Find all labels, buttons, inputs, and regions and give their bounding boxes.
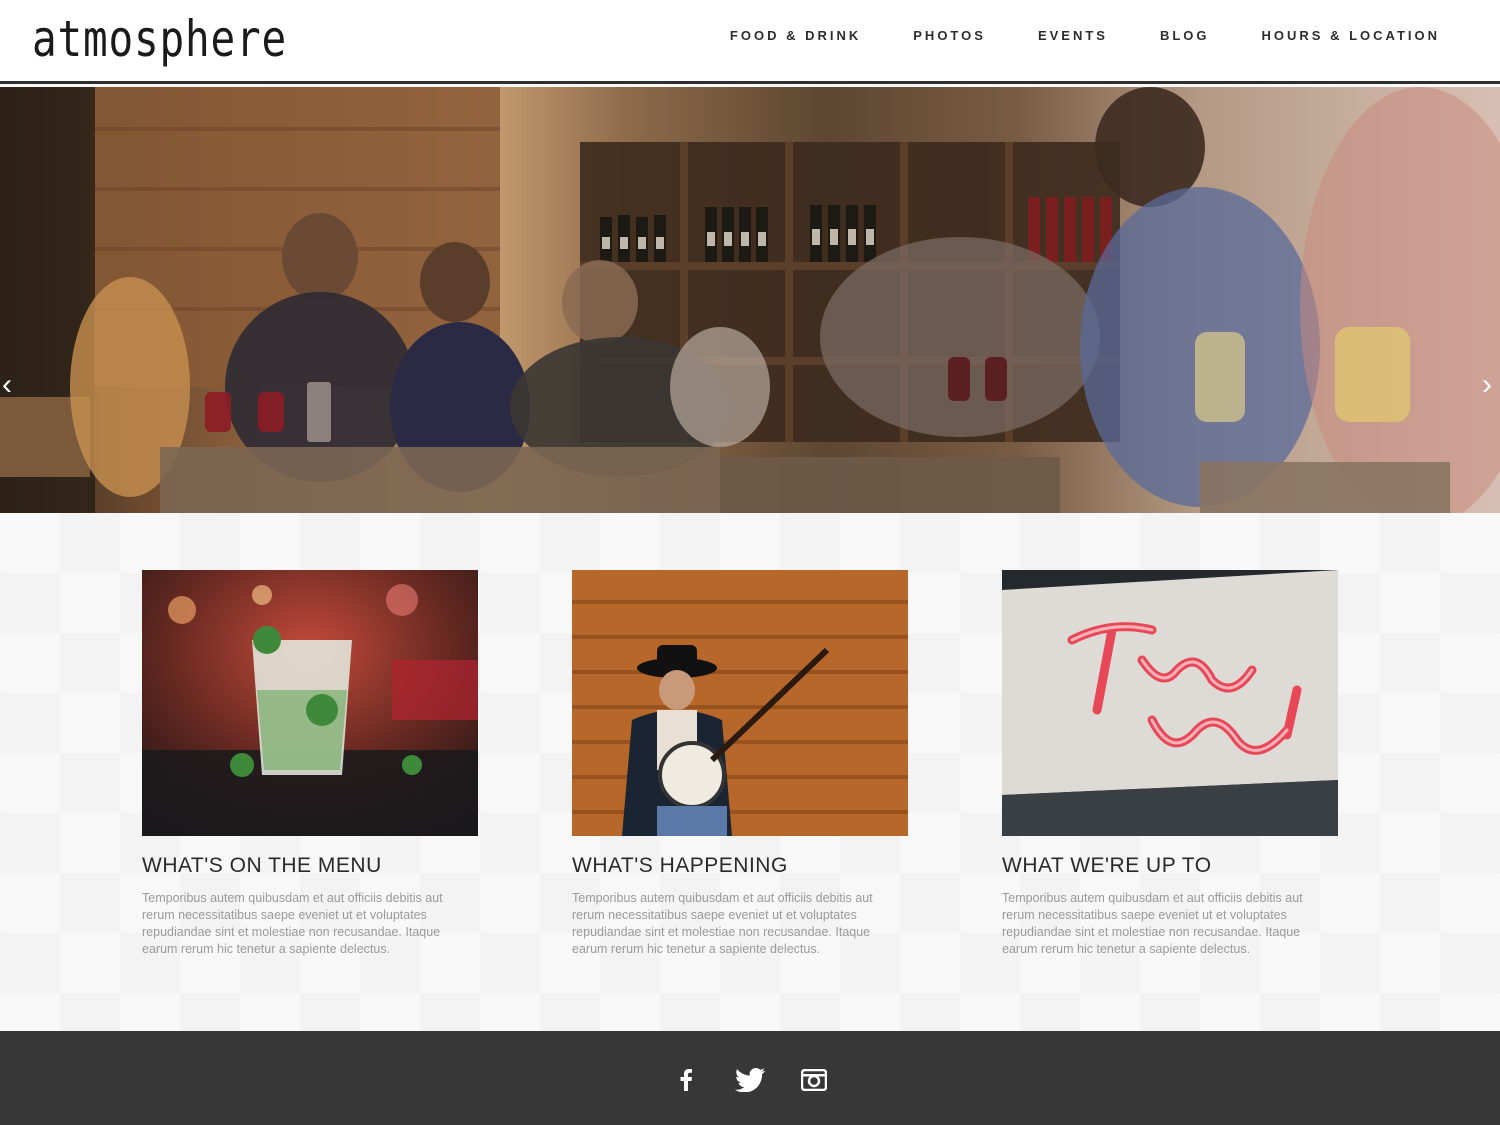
- neon-sign-image: [1002, 570, 1338, 836]
- nav-food-drink[interactable]: FOOD & DRINK: [730, 28, 861, 43]
- nav-blog[interactable]: BLOG: [1160, 28, 1210, 43]
- feature-card-happening: WHAT'S HAPPENING Temporibus autem quibus…: [572, 570, 908, 958]
- site-header: atmosphere FOOD & DRINK PHOTOS EVENTS BL…: [0, 0, 1500, 84]
- nav-events[interactable]: EVENTS: [1038, 28, 1108, 43]
- card-title[interactable]: WHAT'S HAPPENING: [572, 854, 908, 878]
- feature-card-up-to: WHAT WE'RE UP TO Temporibus autem quibus…: [1002, 570, 1338, 958]
- site-footer: [0, 1031, 1500, 1125]
- card-title[interactable]: WHAT'S ON THE MENU: [142, 854, 478, 878]
- chevron-left-icon[interactable]: ‹: [2, 370, 12, 400]
- instagram-icon[interactable]: [799, 1067, 829, 1093]
- twitter-icon[interactable]: [735, 1067, 765, 1093]
- nav-hours-location[interactable]: HOURS & LOCATION: [1262, 28, 1440, 43]
- social-links: [0, 1067, 1500, 1093]
- card-text: Temporibus autem quibusdam et aut offici…: [572, 891, 873, 956]
- hero-slider: ‹ ›: [0, 87, 1500, 513]
- happening-photo[interactable]: [572, 570, 908, 836]
- menu-photo[interactable]: [142, 570, 478, 836]
- card-title[interactable]: WHAT WE'RE UP TO: [1002, 854, 1338, 878]
- facebook-icon[interactable]: [671, 1067, 701, 1093]
- banjo-player-image: [572, 570, 908, 836]
- card-text: Temporibus autem quibusdam et aut offici…: [1002, 891, 1303, 956]
- site-logo[interactable]: atmosphere: [32, 10, 287, 68]
- mojito-image: [142, 570, 478, 836]
- feature-section: WHAT'S ON THE MENU Temporibus autem quib…: [0, 513, 1500, 1031]
- card-text: Temporibus autem quibusdam et aut offici…: [142, 891, 443, 956]
- up-to-photo[interactable]: [1002, 570, 1338, 836]
- hero-image: [0, 87, 1500, 513]
- chevron-right-icon[interactable]: ›: [1482, 370, 1492, 400]
- main-nav: FOOD & DRINK PHOTOS EVENTS BLOG HOURS & …: [678, 28, 1440, 43]
- feature-card-menu: WHAT'S ON THE MENU Temporibus autem quib…: [142, 570, 478, 958]
- nav-photos[interactable]: PHOTOS: [913, 28, 986, 43]
